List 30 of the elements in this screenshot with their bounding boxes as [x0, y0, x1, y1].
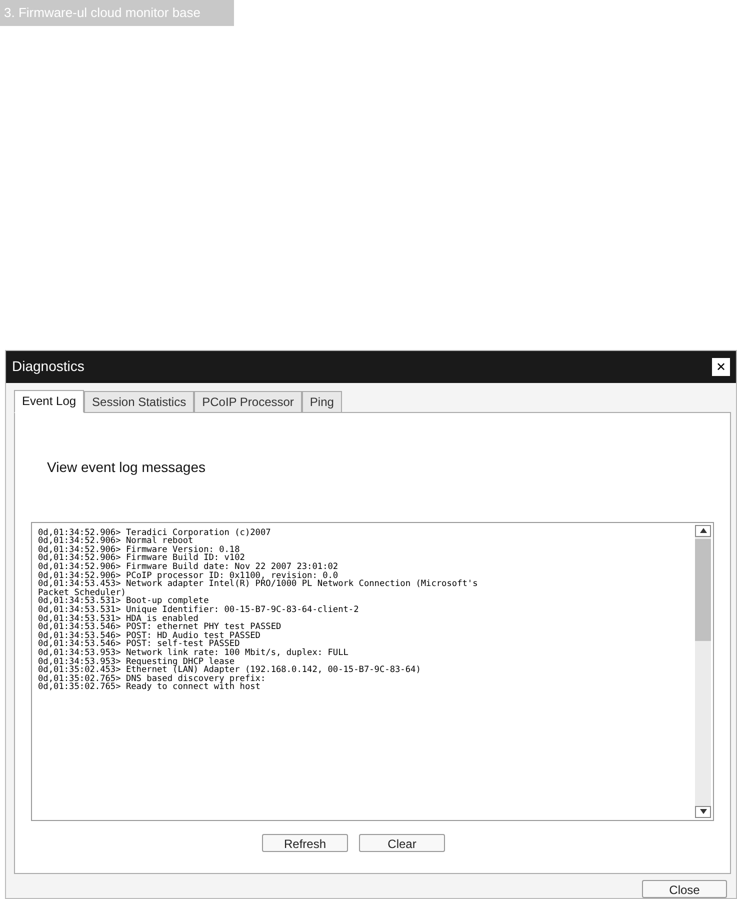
scrollbar-thumb[interactable] [695, 538, 711, 641]
tab[interactable]: Event Log [14, 390, 84, 413]
log-button[interactable]: Clear [359, 834, 445, 852]
log-line: 0d,01:34:52.906> Firmware Build date: Nov 22 2007 23:01:02 [38, 562, 340, 572]
log-line: 0d,01:34:53.546> POST: ethernet PHY test PASSED [38, 623, 282, 632]
tab[interactable]: Ping [302, 390, 342, 413]
log-line: 0d,01:35:02.453> Ethernet (LAN) Adapter (192.168.0.142, 00-15-B7-9C-83-64) [38, 666, 422, 675]
log-line: 0d,01:34:53.531> HDA is enabled [38, 614, 200, 624]
log-line: 0d,01:35:02.765> Ready to connect with host [38, 683, 260, 692]
log-line: 0d,01:34:52.906> Firmware Version: 0.18 [38, 546, 240, 554]
log-line: 0d,01:34:52.906> Firmware Build ID: v102 [38, 554, 245, 563]
log-line: 0d,01:35:02.765> DNS based discovery prefix: [38, 674, 267, 684]
log-line: 0d,01:34:53.531> Boot-up complete [38, 597, 209, 606]
log-line: 0d,01:34:53.546> POST: self-test PASSED [38, 640, 241, 649]
log-line: 0d,01:34:52.906> PCoIP processor ID: 0x1100, revision: 0.0 [38, 572, 338, 580]
section-heading: View event log messages [47, 458, 206, 477]
log-line: 0d,01:34:52.906> Normal reboot [38, 537, 194, 546]
tab[interactable]: PCoIP Processor [194, 390, 302, 413]
log-line: 0d,01:34:53.531> Unique Identifier: 00-15-B7-9C-83-64-client-2 [38, 606, 360, 615]
scrollbar[interactable] [695, 524, 711, 818]
log-button[interactable]: Refresh [262, 834, 348, 852]
close-button[interactable]: ✕ [712, 358, 730, 376]
close-dialog-button[interactable]: Close [642, 880, 727, 898]
log-line: 0d,01:34:53.953> Requesting DHCP lease [38, 658, 235, 666]
window-title: Diagnostics [12, 357, 84, 376]
log-line: 0d,01:34:53.453> Network adapter Intel(R) PRO/1000 PL Network Connection (Microsoft's Packet Scheduler) [38, 580, 479, 598]
log-line: 0d,01:34:52.906> Teradici Corporation (c)2007 [38, 528, 272, 538]
tab[interactable]: Session Statistics [84, 390, 194, 413]
log-line: 0d,01:34:53.546> POST: HD Audio test PASSED [38, 632, 262, 640]
log-line: 0d,01:34:53.953> Network link rate: 100 Mbit/s, duplex: FULL [38, 648, 350, 658]
